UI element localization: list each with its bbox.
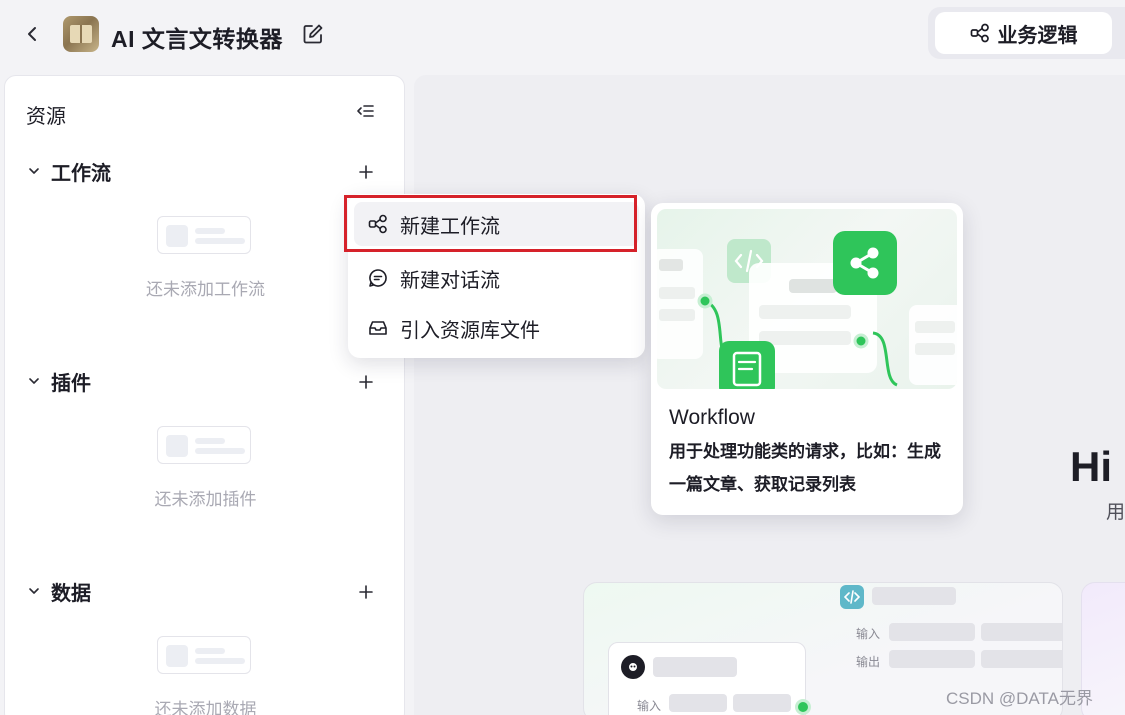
- menu-item-import-library[interactable]: 引入资源库文件: [354, 306, 639, 350]
- chevron-left-icon: [28, 27, 36, 41]
- empty-placeholder-illustration: [157, 426, 251, 464]
- workflow-info-card: Workflow 用于处理功能类的请求，比如：生成一篇文章、获取记录列表: [651, 203, 963, 515]
- app-avatar: [63, 16, 99, 52]
- empty-placeholder-illustration: [157, 636, 251, 674]
- workflow-card-description: 用于处理功能类的请求，比如：生成一篇文章、获取记录列表: [669, 442, 941, 494]
- plus-icon: [359, 585, 373, 599]
- workflow-icon: [970, 23, 989, 43]
- business-logic-label: 业务逻辑: [997, 24, 1078, 47]
- chevron-down-icon: [29, 378, 39, 384]
- input-label: 输入: [637, 699, 662, 713]
- edit-title-button[interactable]: [302, 23, 324, 45]
- empty-placeholder-illustration: [157, 216, 251, 254]
- resource-sidebar: 资源 工作流 还未添加工作流 插件 还未添加插件 数据 还未添加数据: [4, 75, 405, 715]
- back-button[interactable]: [20, 22, 44, 46]
- menu-item-label: 引入资源库文件: [400, 319, 540, 342]
- placeholder-bar: [653, 657, 737, 677]
- inbox-icon: [369, 321, 387, 335]
- top-bar: AI 文言文转换器 业务逻辑: [0, 0, 1125, 72]
- section-plugins-header[interactable]: 插件: [27, 366, 387, 396]
- empty-workflows-text: 还未添加工作流: [146, 280, 265, 299]
- empty-plugins-text: 还未添加插件: [154, 490, 257, 509]
- menu-item-label: 新建对话流: [400, 269, 500, 292]
- connector-dot: [795, 699, 811, 715]
- collapse-icon: [357, 105, 374, 117]
- add-data-button[interactable]: [355, 581, 377, 603]
- add-plugin-button[interactable]: [355, 371, 377, 393]
- greeting-subtitle: 用: [1106, 502, 1125, 523]
- annotation-highlight-box: [344, 195, 637, 252]
- section-label: 数据: [51, 582, 91, 605]
- bot-icon: [621, 655, 645, 679]
- workflow-illustration-graphic: [657, 231, 957, 389]
- section-data-header[interactable]: 数据: [27, 576, 387, 606]
- section-label: 插件: [51, 372, 91, 395]
- placeholder-bar: [981, 623, 1062, 641]
- section-label: 工作流: [51, 162, 111, 185]
- menu-item-new-chatflow[interactable]: 新建对话流: [354, 256, 639, 300]
- workflow-card-title: Workflow: [669, 406, 755, 429]
- placeholder-bar: [981, 650, 1062, 668]
- placeholder-bar: [872, 587, 956, 605]
- placeholder-bar: [669, 694, 727, 712]
- sidebar-title: 资源: [26, 106, 66, 128]
- section-workflows-header[interactable]: 工作流: [27, 156, 387, 186]
- placeholder-bar: [889, 650, 975, 668]
- chat-flow-icon: [369, 269, 387, 287]
- business-logic-button[interactable]: 业务逻辑: [935, 12, 1112, 54]
- app-title: AI 文言文转换器: [111, 26, 283, 52]
- empty-data-text: 还未添加数据: [154, 700, 257, 715]
- workflow-illustration: [657, 209, 957, 389]
- collapse-sidebar-button[interactable]: [355, 100, 377, 122]
- edit-icon: [303, 24, 323, 44]
- output-label: 输出: [856, 655, 881, 669]
- placeholder-bar: [889, 623, 975, 641]
- input-label: 输入: [856, 627, 881, 641]
- chevron-down-icon: [29, 588, 39, 594]
- plus-icon: [359, 165, 373, 179]
- code-icon: [840, 585, 864, 609]
- add-workflow-button[interactable]: [355, 161, 377, 183]
- greeting-heading: Hi: [1070, 443, 1112, 490]
- preview-inner-node: 输入: [608, 642, 811, 715]
- plus-icon: [359, 375, 373, 389]
- chevron-down-icon: [29, 168, 39, 174]
- placeholder-bar: [733, 694, 791, 712]
- watermark-text: CSDN @DATA无界: [946, 689, 1093, 708]
